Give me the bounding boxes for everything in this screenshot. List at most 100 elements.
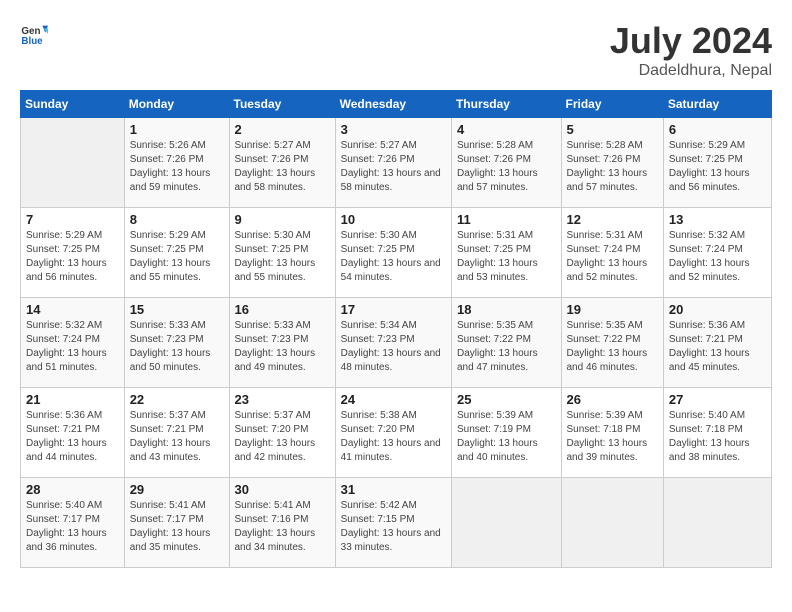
day-info: Sunrise: 5:34 AMSunset: 7:23 PMDaylight:… (341, 320, 441, 373)
day-info: Sunrise: 5:33 AMSunset: 7:23 PMDaylight:… (235, 320, 316, 373)
calendar-cell: 28 Sunrise: 5:40 AMSunset: 7:17 PMDaylig… (21, 478, 125, 568)
day-info: Sunrise: 5:32 AMSunset: 7:24 PMDaylight:… (669, 230, 750, 283)
calendar-cell (21, 118, 125, 208)
day-number: 2 (235, 122, 330, 137)
day-info: Sunrise: 5:31 AMSunset: 7:24 PMDaylight:… (567, 230, 648, 283)
month-year-title: July 2024 (610, 20, 772, 62)
generalblue-logo-icon: Gen Blue (20, 20, 48, 48)
weekday-header-saturday: Saturday (663, 91, 771, 118)
calendar-week-row: 7 Sunrise: 5:29 AMSunset: 7:25 PMDayligh… (21, 208, 772, 298)
calendar-cell: 25 Sunrise: 5:39 AMSunset: 7:19 PMDaylig… (451, 388, 561, 478)
day-info: Sunrise: 5:36 AMSunset: 7:21 PMDaylight:… (669, 320, 750, 373)
day-number: 22 (130, 392, 224, 407)
calendar-cell: 10 Sunrise: 5:30 AMSunset: 7:25 PMDaylig… (335, 208, 451, 298)
weekday-header-wednesday: Wednesday (335, 91, 451, 118)
day-number: 3 (341, 122, 446, 137)
day-number: 14 (26, 302, 119, 317)
day-info: Sunrise: 5:30 AMSunset: 7:25 PMDaylight:… (235, 230, 316, 283)
calendar-cell: 26 Sunrise: 5:39 AMSunset: 7:18 PMDaylig… (561, 388, 663, 478)
calendar-cell (663, 478, 771, 568)
day-number: 17 (341, 302, 446, 317)
calendar-cell: 2 Sunrise: 5:27 AMSunset: 7:26 PMDayligh… (229, 118, 335, 208)
svg-text:Blue: Blue (21, 36, 43, 47)
day-info: Sunrise: 5:38 AMSunset: 7:20 PMDaylight:… (341, 410, 441, 463)
day-number: 30 (235, 482, 330, 497)
weekday-header-friday: Friday (561, 91, 663, 118)
day-number: 28 (26, 482, 119, 497)
page-header: Gen Blue July 2024 Dadeldhura, Nepal (20, 20, 772, 80)
day-number: 31 (341, 482, 446, 497)
calendar-week-row: 28 Sunrise: 5:40 AMSunset: 7:17 PMDaylig… (21, 478, 772, 568)
calendar-cell: 7 Sunrise: 5:29 AMSunset: 7:25 PMDayligh… (21, 208, 125, 298)
day-info: Sunrise: 5:28 AMSunset: 7:26 PMDaylight:… (457, 140, 538, 193)
title-block: July 2024 Dadeldhura, Nepal (610, 20, 772, 80)
calendar-cell: 23 Sunrise: 5:37 AMSunset: 7:20 PMDaylig… (229, 388, 335, 478)
day-number: 12 (567, 212, 658, 227)
day-number: 21 (26, 392, 119, 407)
weekday-header-row: SundayMondayTuesdayWednesdayThursdayFrid… (21, 91, 772, 118)
calendar-cell (451, 478, 561, 568)
day-info: Sunrise: 5:27 AMSunset: 7:26 PMDaylight:… (235, 140, 316, 193)
day-number: 6 (669, 122, 766, 137)
calendar-cell: 30 Sunrise: 5:41 AMSunset: 7:16 PMDaylig… (229, 478, 335, 568)
day-number: 16 (235, 302, 330, 317)
day-info: Sunrise: 5:39 AMSunset: 7:19 PMDaylight:… (457, 410, 538, 463)
weekday-header-sunday: Sunday (21, 91, 125, 118)
day-number: 29 (130, 482, 224, 497)
calendar-cell: 4 Sunrise: 5:28 AMSunset: 7:26 PMDayligh… (451, 118, 561, 208)
calendar-cell: 17 Sunrise: 5:34 AMSunset: 7:23 PMDaylig… (335, 298, 451, 388)
day-number: 8 (130, 212, 224, 227)
calendar-cell: 16 Sunrise: 5:33 AMSunset: 7:23 PMDaylig… (229, 298, 335, 388)
day-info: Sunrise: 5:27 AMSunset: 7:26 PMDaylight:… (341, 140, 441, 193)
calendar-cell: 24 Sunrise: 5:38 AMSunset: 7:20 PMDaylig… (335, 388, 451, 478)
calendar-cell: 3 Sunrise: 5:27 AMSunset: 7:26 PMDayligh… (335, 118, 451, 208)
day-number: 5 (567, 122, 658, 137)
calendar-cell: 6 Sunrise: 5:29 AMSunset: 7:25 PMDayligh… (663, 118, 771, 208)
day-number: 23 (235, 392, 330, 407)
calendar-cell: 13 Sunrise: 5:32 AMSunset: 7:24 PMDaylig… (663, 208, 771, 298)
day-info: Sunrise: 5:31 AMSunset: 7:25 PMDaylight:… (457, 230, 538, 283)
calendar-cell: 15 Sunrise: 5:33 AMSunset: 7:23 PMDaylig… (124, 298, 229, 388)
day-number: 13 (669, 212, 766, 227)
day-info: Sunrise: 5:35 AMSunset: 7:22 PMDaylight:… (567, 320, 648, 373)
day-number: 7 (26, 212, 119, 227)
calendar-week-row: 1 Sunrise: 5:26 AMSunset: 7:26 PMDayligh… (21, 118, 772, 208)
calendar-cell: 19 Sunrise: 5:35 AMSunset: 7:22 PMDaylig… (561, 298, 663, 388)
calendar-cell (561, 478, 663, 568)
day-number: 24 (341, 392, 446, 407)
day-info: Sunrise: 5:37 AMSunset: 7:20 PMDaylight:… (235, 410, 316, 463)
weekday-header-monday: Monday (124, 91, 229, 118)
day-info: Sunrise: 5:32 AMSunset: 7:24 PMDaylight:… (26, 320, 107, 373)
day-info: Sunrise: 5:41 AMSunset: 7:17 PMDaylight:… (130, 500, 211, 553)
day-number: 10 (341, 212, 446, 227)
day-number: 26 (567, 392, 658, 407)
calendar-table: SundayMondayTuesdayWednesdayThursdayFrid… (20, 90, 772, 568)
day-info: Sunrise: 5:41 AMSunset: 7:16 PMDaylight:… (235, 500, 316, 553)
day-info: Sunrise: 5:33 AMSunset: 7:23 PMDaylight:… (130, 320, 211, 373)
day-number: 9 (235, 212, 330, 227)
day-number: 1 (130, 122, 224, 137)
weekday-header-thursday: Thursday (451, 91, 561, 118)
calendar-cell: 29 Sunrise: 5:41 AMSunset: 7:17 PMDaylig… (124, 478, 229, 568)
calendar-cell: 21 Sunrise: 5:36 AMSunset: 7:21 PMDaylig… (21, 388, 125, 478)
calendar-cell: 1 Sunrise: 5:26 AMSunset: 7:26 PMDayligh… (124, 118, 229, 208)
day-info: Sunrise: 5:26 AMSunset: 7:26 PMDaylight:… (130, 140, 211, 193)
day-info: Sunrise: 5:29 AMSunset: 7:25 PMDaylight:… (130, 230, 211, 283)
day-info: Sunrise: 5:29 AMSunset: 7:25 PMDaylight:… (669, 140, 750, 193)
calendar-cell: 27 Sunrise: 5:40 AMSunset: 7:18 PMDaylig… (663, 388, 771, 478)
day-number: 4 (457, 122, 556, 137)
day-number: 25 (457, 392, 556, 407)
day-info: Sunrise: 5:28 AMSunset: 7:26 PMDaylight:… (567, 140, 648, 193)
day-number: 27 (669, 392, 766, 407)
day-info: Sunrise: 5:29 AMSunset: 7:25 PMDaylight:… (26, 230, 107, 283)
day-info: Sunrise: 5:37 AMSunset: 7:21 PMDaylight:… (130, 410, 211, 463)
day-number: 20 (669, 302, 766, 317)
day-number: 19 (567, 302, 658, 317)
day-info: Sunrise: 5:30 AMSunset: 7:25 PMDaylight:… (341, 230, 441, 283)
day-info: Sunrise: 5:36 AMSunset: 7:21 PMDaylight:… (26, 410, 107, 463)
calendar-cell: 5 Sunrise: 5:28 AMSunset: 7:26 PMDayligh… (561, 118, 663, 208)
weekday-header-tuesday: Tuesday (229, 91, 335, 118)
day-info: Sunrise: 5:35 AMSunset: 7:22 PMDaylight:… (457, 320, 538, 373)
calendar-cell: 22 Sunrise: 5:37 AMSunset: 7:21 PMDaylig… (124, 388, 229, 478)
calendar-cell: 9 Sunrise: 5:30 AMSunset: 7:25 PMDayligh… (229, 208, 335, 298)
